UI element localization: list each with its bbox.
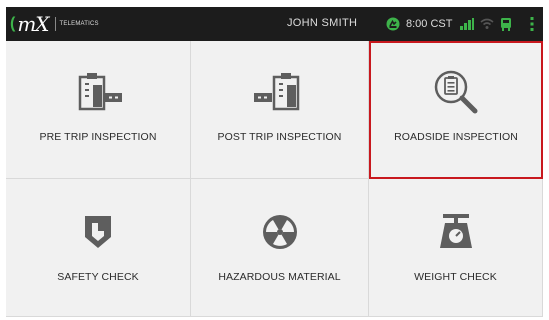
hazardous-material-icon [262, 215, 297, 249]
tile-post-trip-inspection[interactable]: POST TRIP INSPECTION [191, 41, 369, 179]
tile-label: PRE TRIP INSPECTION [39, 131, 157, 143]
tile-roadside-inspection[interactable]: ROADSIDE INSPECTION [369, 41, 543, 179]
vehicle-status-icon[interactable] [500, 17, 512, 31]
inspection-menu-grid: PRE TRIP INSPECTION POST TRIP INSPECTION [6, 41, 543, 317]
logo-divider [54, 17, 56, 31]
tile-hazardous-material[interactable]: HAZARDOUS MATERIAL [191, 179, 369, 317]
logo-accent: ( [10, 15, 16, 32]
wifi-icon [480, 18, 494, 30]
signal-strength-icon [460, 18, 475, 30]
tile-safety-check[interactable]: SAFETY CHECK [6, 179, 191, 317]
weight-check-icon [439, 214, 472, 248]
driver-name[interactable]: JOHN SMITH [287, 17, 357, 29]
tile-label: SAFETY CHECK [57, 271, 139, 283]
status-icons: 8:00 CST [386, 13, 534, 35]
tile-label: WEIGHT CHECK [414, 271, 497, 283]
tile-label: POST TRIP INSPECTION [217, 131, 342, 143]
roadside-inspection-icon [434, 70, 478, 114]
post-trip-inspection-icon [253, 73, 299, 111]
tile-label: HAZARDOUS MATERIAL [218, 271, 341, 283]
driver-status-icon[interactable] [386, 17, 400, 31]
clock-time: 8:00 CST [406, 18, 453, 30]
app-window: ( mX TELEMATICS JOHN SMITH 8:00 CST PRE … [6, 7, 543, 317]
overflow-menu-icon[interactable] [530, 17, 534, 31]
tile-label: ROADSIDE INSPECTION [394, 131, 518, 143]
mix-telematics-logo: ( mX TELEMATICS [10, 12, 99, 36]
tile-weight-check[interactable]: WEIGHT CHECK [369, 179, 543, 317]
logo-subtext: TELEMATICS [59, 21, 99, 27]
top-status-bar: ( mX TELEMATICS JOHN SMITH 8:00 CST [6, 7, 543, 41]
tile-pre-trip-inspection[interactable]: PRE TRIP INSPECTION [6, 41, 191, 179]
safety-check-icon [85, 216, 111, 248]
logo-mark: mX [17, 12, 49, 36]
pre-trip-inspection-icon [78, 73, 122, 111]
